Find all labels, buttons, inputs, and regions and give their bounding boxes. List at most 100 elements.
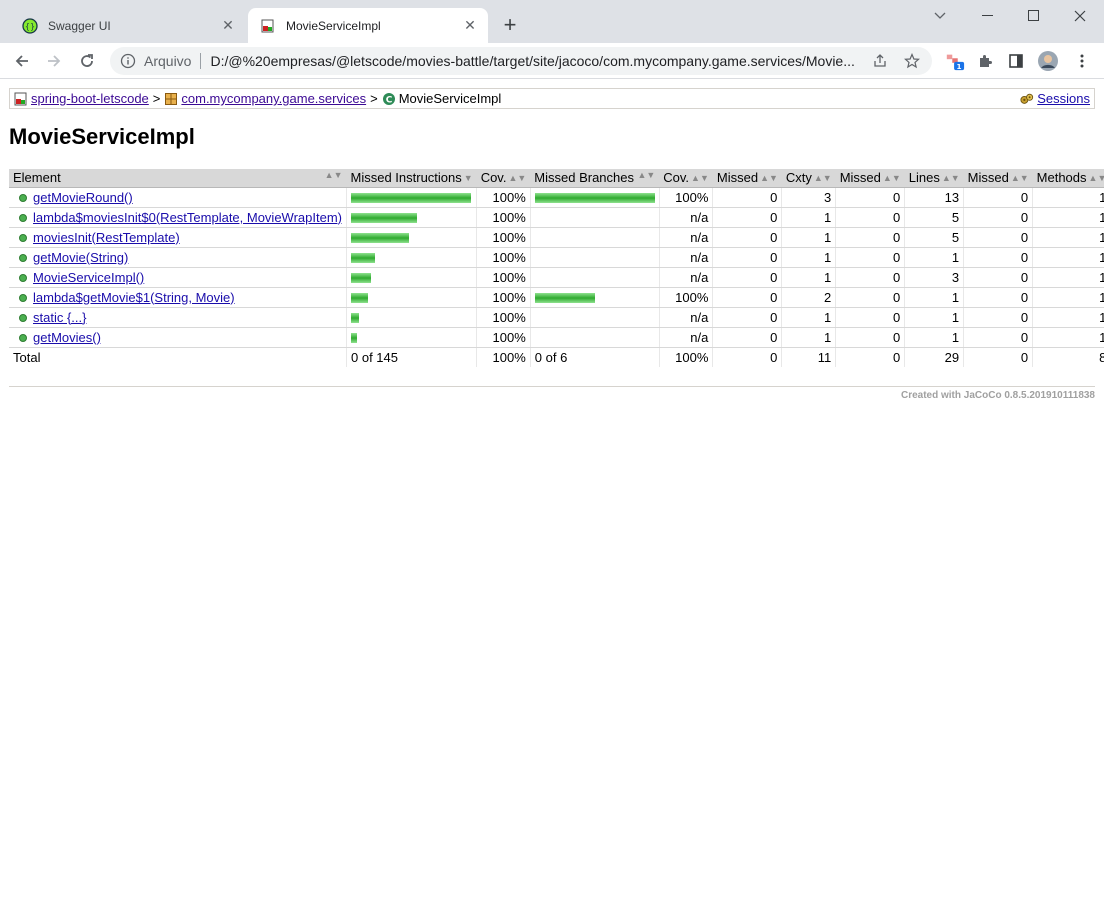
method-icon: [19, 333, 27, 342]
branches-bar-cell: [529, 267, 660, 288]
method-icon: [19, 253, 27, 262]
method-link[interactable]: lambda$moviesInit$0(RestTemplate, MovieW…: [33, 210, 342, 225]
lines: 1: [904, 327, 964, 348]
side-panel-icon[interactable]: [1006, 51, 1026, 71]
branch-coverage: n/a: [658, 227, 713, 248]
breadcrumb-root-link[interactable]: spring-boot-letscode: [31, 91, 149, 106]
more-menu-icon[interactable]: [1072, 51, 1092, 71]
method-link[interactable]: getMovieRound(): [33, 190, 133, 205]
table-row: getMovie(String) 100% n/a 0 1 0 1 0 1: [9, 247, 1104, 268]
jacoco-link[interactable]: JaCoCo: [964, 390, 1002, 401]
missed-lines: 0: [835, 287, 905, 308]
column-header-missed-instructions[interactable]: Missed Instructions ▼: [346, 169, 477, 188]
branches-bar-cell: [529, 207, 660, 228]
report-icon: [260, 18, 276, 34]
extension-badge-count: 1: [957, 62, 962, 71]
close-window-icon[interactable]: [1058, 4, 1102, 28]
sessions-link[interactable]: Sessions: [1037, 91, 1090, 106]
total-instructions: 0 of 145: [345, 347, 477, 367]
url-text[interactable]: D:/@%20empresas/@letscode/movies-battle/…: [210, 53, 858, 69]
tab-movieserviceimpl[interactable]: MovieServiceImpl ✕: [248, 8, 488, 43]
methods: 1: [1032, 307, 1104, 328]
missed-lines: 0: [835, 327, 905, 348]
column-header-cxty[interactable]: Cxty ▲▼: [781, 169, 836, 188]
bookmark-star-icon[interactable]: [904, 52, 920, 69]
column-header-branch-cov[interactable]: Cov. ▲▼: [659, 169, 713, 188]
covered-instructions-bar: [351, 273, 371, 284]
column-header-missed-cxty[interactable]: Missed ▲▼: [712, 169, 782, 188]
missed-lines: 0: [835, 207, 905, 228]
methods: 1: [1032, 287, 1104, 308]
back-icon[interactable]: [10, 49, 34, 73]
instructions-bar-cell: [345, 327, 477, 348]
method-link[interactable]: lambda$getMovie$1(String, Movie): [33, 290, 235, 305]
element-cell: getMovies(): [9, 327, 347, 348]
tab-search-icon[interactable]: [918, 4, 962, 28]
address-bar[interactable]: Arquivo D:/@%20empresas/@letscode/movies…: [110, 47, 932, 75]
method-icon: [19, 273, 27, 282]
method-link[interactable]: MovieServiceImpl(): [33, 270, 144, 285]
missed-cxty: 0: [712, 307, 782, 328]
column-header-methods[interactable]: Methods ▲▼: [1032, 169, 1104, 188]
maximize-icon[interactable]: [1012, 4, 1056, 28]
close-icon[interactable]: ✕: [218, 16, 238, 36]
total-cxty: 11: [781, 347, 836, 367]
method-link[interactable]: static {...}: [33, 310, 86, 325]
lines: 1: [904, 287, 964, 308]
missed-methods: 0: [963, 327, 1033, 348]
covered-instructions-bar: [351, 333, 357, 344]
instr-coverage: 100%: [476, 307, 531, 328]
branches-bar-cell: [529, 287, 660, 308]
instructions-bar-cell: [345, 307, 477, 328]
element-cell: lambda$moviesInit$0(RestTemplate, MovieW…: [9, 207, 347, 228]
method-link[interactable]: getMovie(String): [33, 250, 128, 265]
minimize-icon[interactable]: [966, 4, 1010, 28]
column-header-missed-lines[interactable]: Missed ▲▼: [835, 169, 905, 188]
class-icon: C: [382, 92, 396, 106]
method-icon: [19, 233, 27, 242]
methods: 1: [1032, 327, 1104, 348]
new-tab-button[interactable]: +: [498, 14, 522, 38]
column-header-missed-branches[interactable]: Missed Branches ▲▼: [530, 169, 660, 188]
missed-lines: 0: [835, 307, 905, 328]
covered-instructions-bar: [351, 313, 359, 324]
breadcrumb-package-link[interactable]: com.mycompany.game.services: [181, 91, 366, 106]
extensions-puzzle-icon[interactable]: [975, 51, 995, 71]
cxty: 1: [781, 207, 836, 228]
extension-badge-icon[interactable]: 1: [945, 51, 965, 71]
lines: 13: [904, 187, 964, 208]
reload-icon[interactable]: [75, 49, 99, 73]
column-header-missed-methods[interactable]: Missed ▲▼: [963, 169, 1033, 188]
total-label: Total: [13, 349, 41, 365]
method-link[interactable]: getMovies(): [33, 330, 101, 345]
missed-methods: 0: [963, 247, 1033, 268]
lines: 5: [904, 227, 964, 248]
element-cell: moviesInit(RestTemplate): [9, 227, 347, 248]
profile-avatar[interactable]: [1038, 51, 1058, 71]
share-icon[interactable]: [872, 53, 888, 69]
footer-prefix: Created with: [900, 390, 961, 401]
info-icon[interactable]: [120, 53, 136, 69]
methods: 1: [1032, 207, 1104, 228]
table-row: static {...} 100% n/a 0 1 0 1 0 1: [9, 307, 1104, 328]
column-header-lines[interactable]: Lines ▲▼: [904, 169, 964, 188]
column-header-element[interactable]: Element ▲▼: [9, 169, 347, 188]
missed-cxty: 0: [712, 327, 782, 348]
total-missed-cxty: 0: [712, 347, 782, 367]
forward-icon[interactable]: [42, 49, 66, 73]
instructions-bar-cell: [345, 247, 477, 268]
close-icon[interactable]: ✕: [460, 16, 480, 36]
tab-title: MovieServiceImpl: [286, 18, 381, 33]
breadcrumb: spring-boot-letscode > com.mycompany.gam…: [9, 88, 1095, 109]
method-link[interactable]: moviesInit(RestTemplate): [33, 230, 180, 245]
cxty: 1: [781, 307, 836, 328]
total-branch-cov: 100%: [658, 347, 713, 367]
element-cell: getMovieRound(): [9, 187, 347, 208]
swagger-icon: {}: [22, 17, 38, 34]
instr-coverage: 100%: [476, 287, 531, 308]
table-body: getMovieRound() 100% 100% 0 3 0 13 0 1 lambda$mov…: [9, 187, 1104, 348]
method-icon: [19, 293, 27, 302]
tab-swagger-ui[interactable]: {} Swagger UI ✕: [10, 8, 246, 43]
branch-coverage: n/a: [658, 327, 713, 348]
column-header-instr-cov[interactable]: Cov. ▲▼: [476, 169, 531, 188]
